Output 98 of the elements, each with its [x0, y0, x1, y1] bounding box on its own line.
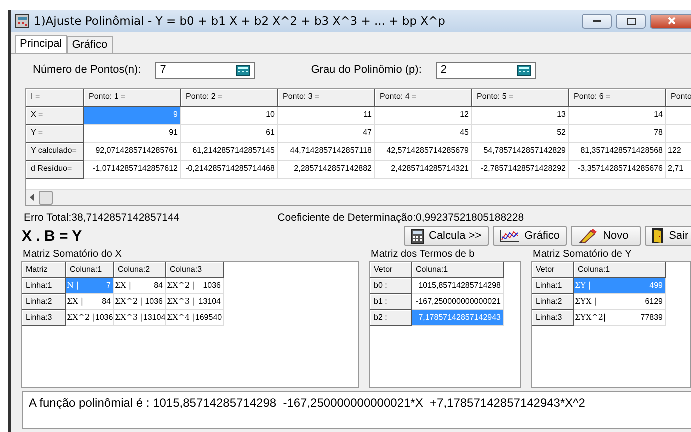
column-header: Ponto: 4 = [375, 89, 472, 107]
matrix-title: Matriz Somatório do X [22, 248, 123, 261]
column-header: Ponto: 6 = [569, 89, 666, 107]
row-header: Y calculado= [26, 143, 84, 161]
table-cell[interactable]: 81,3571428571428568 [569, 143, 666, 161]
column-header: Coluna:1 [574, 262, 666, 278]
calculator-icon[interactable] [236, 64, 250, 76]
table-cell[interactable]: ΣYX | 6129 [574, 294, 666, 310]
table-cell[interactable]: 10 [181, 107, 278, 125]
table-cell[interactable]: 42,5714285714285679 [375, 143, 472, 161]
column-header: Ponto: 5 = [472, 89, 569, 107]
row-header: d Resíduo= [26, 161, 84, 179]
window-title: 1)Ajuste Polinômial - Y = b0 + b1 X + b2 X^2 + b3 X^3 + ... + bp X^p [34, 14, 446, 28]
row-header: Linha:2 [532, 294, 574, 310]
table-cell[interactable]: 61 [181, 125, 278, 143]
minimize-button[interactable] [582, 14, 612, 28]
app-icon [15, 14, 30, 28]
exit-button[interactable]: Sair [645, 226, 691, 246]
new-button[interactable]: Novo [571, 226, 642, 246]
table-cell[interactable]: -2,78571428571428292 [472, 161, 569, 179]
table-cell[interactable]: -1,07142857142857612 [84, 161, 181, 179]
column-header: Coluna:2 [114, 262, 166, 278]
column-header: Ponto: 1 = [84, 89, 181, 107]
corner-header: I = [26, 89, 84, 107]
table-cell[interactable]: 2,4285714285714321 [375, 161, 472, 179]
scrollbar-thumb[interactable] [39, 190, 53, 204]
close-button[interactable] [650, 14, 691, 28]
row-header: b1 : [370, 294, 412, 310]
table-cell[interactable]: -3,35714285714285676 [569, 161, 666, 179]
table-cell[interactable]: ΣX | 84 [66, 294, 114, 310]
table-cell[interactable]: ΣX | 84 [114, 278, 166, 294]
column-header: Coluna:1 [412, 262, 504, 278]
table-cell[interactable]: 45 [375, 125, 472, 143]
line-chart-icon [500, 229, 520, 243]
table-cell[interactable]: 92,0714285714285761 [84, 143, 181, 161]
row-header: b2 : [370, 310, 412, 326]
input-field[interactable]: 2 [436, 62, 536, 78]
table-cell[interactable]: ΣYX^2| 77839 [574, 310, 666, 326]
row-header: b0 : [370, 278, 412, 294]
row-header: Linha:3 [532, 310, 574, 326]
pen-icon [578, 228, 598, 244]
field-label: Número de Pontos(n): [33, 64, 142, 76]
matrix-title: Matriz Somatório de Y [532, 248, 633, 261]
calculator-icon [411, 228, 424, 244]
table-cell[interactable]: 61,2142857142857145 [181, 143, 278, 161]
column-header: Coluna:1 [66, 262, 114, 278]
column-header: Ponto: 3 = [278, 89, 375, 107]
row-header: Linha:1 [532, 278, 574, 294]
table-cell[interactable]: ΣX^2 | 1036 [166, 278, 224, 294]
table-cell[interactable]: 91 [84, 125, 181, 143]
minimize-icon [593, 20, 601, 22]
equation-label: X . B = Y [22, 228, 84, 244]
table-cell[interactable]: 122 [666, 143, 691, 161]
total-error: Erro Total:38,7142857142857144 [24, 212, 180, 224]
door-icon [652, 228, 664, 244]
corner-header: Vetor [370, 262, 412, 278]
table-cell[interactable]: 47 [278, 125, 375, 143]
table-cell[interactable]: ΣX^4 |169540 [166, 310, 224, 326]
maximize-button[interactable] [616, 14, 646, 28]
table-cell[interactable]: 1015,85714285714298 [412, 278, 504, 294]
table-cell[interactable]: 2,2857142857142882 [278, 161, 375, 179]
result-text: A função polinômial é : 1015,85714285714298 -167,250000000000021*X +7,17857142857142943*X^2 [22, 391, 691, 429]
chart-button[interactable]: Gráfico [492, 226, 568, 246]
calculate-button[interactable]: Calcula >> [404, 226, 489, 246]
corner-header: Vetor [532, 262, 574, 278]
table-cell[interactable]: 44,7142857142857118 [278, 143, 375, 161]
field-label: Grau do Polinômio (p): [311, 64, 422, 76]
horizontal-scrollbar[interactable] [26, 189, 691, 205]
table-cell[interactable]: 78 [569, 125, 666, 143]
tab[interactable]: Gráfico [67, 36, 113, 53]
row-header: Linha:1 [22, 278, 66, 294]
table-cell[interactable]: ΣX^2 |1036 [66, 310, 114, 326]
close-icon [668, 17, 676, 25]
determination-coefficient: Coeficiente de Determinação:0,99237521805188228 [278, 212, 524, 224]
table-cell[interactable]: 11 [278, 107, 375, 125]
table-cell[interactable]: ΣX^2 | 1036 [114, 294, 166, 310]
table-cell[interactable]: ΣX^3 | 13104 [166, 294, 224, 310]
table-cell[interactable]: 54,7857142857142829 [472, 143, 569, 161]
table-cell[interactable]: 2,71 [666, 161, 691, 179]
corner-header: Matriz [22, 262, 66, 278]
table-cell[interactable]: ΣX^3 |13104 [114, 310, 166, 326]
maximize-icon [626, 18, 636, 24]
matrix-title: Matriz dos Termos de b [370, 248, 476, 261]
table-cell[interactable]: -0,214285714285714468 [181, 161, 278, 179]
table-cell[interactable]: 14 [569, 107, 666, 125]
calculator-icon[interactable] [516, 64, 531, 76]
column-header: Coluna:3 [166, 262, 224, 278]
table-cell[interactable]: 52 [472, 125, 569, 143]
row-header: X = [26, 107, 84, 125]
row-header: Linha:3 [22, 310, 66, 326]
input-field[interactable]: 7 [155, 62, 256, 78]
scroll-left-icon[interactable] [30, 194, 35, 201]
row-header: Linha:2 [22, 294, 66, 310]
column-header: Ponto: 2 = [181, 89, 278, 107]
table-cell[interactable]: 13 [472, 107, 569, 125]
tab[interactable]: Principal [15, 35, 68, 53]
row-header: Y = [26, 125, 84, 143]
table-cell[interactable]: 12 [375, 107, 472, 125]
